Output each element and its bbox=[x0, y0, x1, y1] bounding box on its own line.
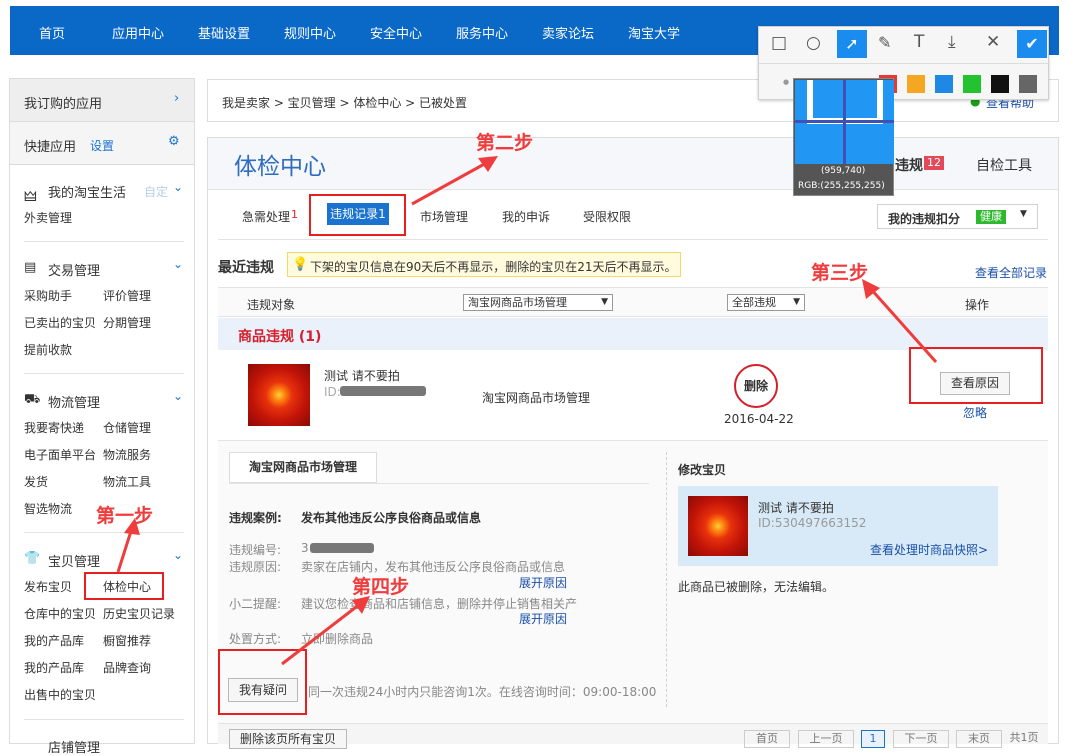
magnifier-view bbox=[795, 80, 894, 164]
annotation-arrows bbox=[116, 156, 938, 666]
arrow-tool-icon[interactable]: ➚ bbox=[837, 30, 867, 58]
color-swatch[interactable] bbox=[907, 75, 925, 93]
circle-icon[interactable]: ○ bbox=[806, 33, 821, 53]
color-swatch[interactable] bbox=[935, 75, 953, 93]
close-icon[interactable]: ✕ bbox=[986, 32, 1000, 52]
crosshair-h bbox=[795, 120, 894, 123]
dot-size-icon[interactable]: ● bbox=[783, 78, 789, 86]
color-palette bbox=[879, 73, 1049, 93]
cursor-rgb: RGB:(255,255,255) bbox=[798, 181, 885, 191]
arrowhead-step2 bbox=[478, 156, 498, 172]
arrow-step1 bbox=[116, 527, 134, 573]
confirm-check-icon[interactable]: ✔ bbox=[1017, 30, 1047, 58]
text-icon[interactable]: T bbox=[914, 32, 924, 52]
magnifier: (959,740) RGB:(255,255,255) bbox=[793, 78, 894, 196]
arrow-step4 bbox=[281, 602, 361, 666]
rectangle-icon[interactable]: □ bbox=[771, 33, 787, 53]
arrowhead-step1 bbox=[124, 518, 140, 535]
arrow-step3 bbox=[868, 287, 938, 363]
download-icon[interactable]: ⤓ bbox=[948, 32, 956, 52]
divider bbox=[759, 63, 1050, 64]
color-swatch[interactable] bbox=[1019, 75, 1037, 93]
color-swatch[interactable] bbox=[991, 75, 1009, 93]
arrow-step2 bbox=[411, 160, 489, 206]
arrowhead-step4 bbox=[352, 596, 370, 614]
brush-icon[interactable]: ✎ bbox=[878, 33, 891, 52]
cursor-coords: (959,740) bbox=[821, 166, 866, 176]
color-swatch[interactable] bbox=[963, 75, 981, 93]
